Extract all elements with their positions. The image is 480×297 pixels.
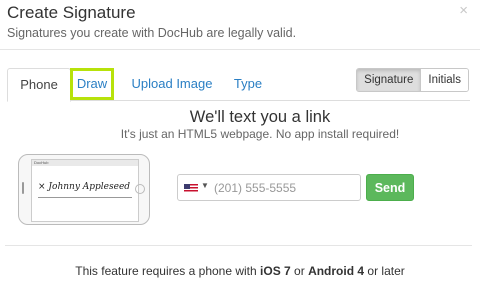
modal-title: Create Signature <box>7 3 136 22</box>
footer-divider <box>5 245 472 246</box>
phone-number-placeholder: (201) 555-5555 <box>214 181 297 195</box>
modal-subtitle: Signatures you create with DocHub are le… <box>7 26 297 40</box>
requirement-android: Android 4 <box>308 264 365 278</box>
phone-number-input[interactable]: ▼ (201) 555-5555 <box>177 174 361 201</box>
us-flag-icon[interactable] <box>184 184 198 193</box>
phone-requirement-note: This feature requires a phone with iOS 7… <box>0 264 480 278</box>
requirement-text-after: or later <box>364 264 405 278</box>
header-divider <box>0 49 480 50</box>
phone-panel-subheading: It's just an HTML5 webpage. No app insta… <box>120 127 400 141</box>
phone-signature-line <box>38 197 132 198</box>
phone-home-button <box>135 184 145 194</box>
requirement-text-or: or <box>290 264 309 278</box>
close-icon[interactable]: × <box>459 2 468 19</box>
signature-sample-text: Johnny Appleseed <box>48 182 131 192</box>
phone-signature: × Johnny Appleseed <box>38 182 130 192</box>
requirement-text-before: This feature requires a phone with <box>75 264 261 278</box>
requirement-ios: iOS 7 <box>260 264 291 278</box>
tab-phone[interactable]: Phone <box>7 68 71 102</box>
tab-type[interactable]: Type <box>229 68 267 100</box>
signature-toggle-button[interactable]: Signature <box>357 69 422 91</box>
phone-body: DocHub × Johnny Appleseed <box>18 154 150 225</box>
phone-illustration: DocHub × Johnny Appleseed <box>18 154 150 225</box>
phone-screen: DocHub × Johnny Appleseed <box>31 159 139 222</box>
initials-toggle-button[interactable]: Initials <box>421 69 468 91</box>
tab-upload-image[interactable]: Upload Image <box>127 68 217 100</box>
phone-panel-heading: We'll text you a link <box>189 108 331 126</box>
tab-draw[interactable]: Draw <box>70 68 114 100</box>
send-button[interactable]: Send <box>366 174 414 201</box>
tabs-divider <box>70 100 470 101</box>
signature-x-mark: × <box>38 182 46 192</box>
signature-initials-toggle: Signature Initials <box>356 68 469 92</box>
phone-camera <box>22 182 24 194</box>
chevron-down-icon[interactable]: ▼ <box>201 181 209 190</box>
phone-app-header: DocHub <box>32 160 138 166</box>
